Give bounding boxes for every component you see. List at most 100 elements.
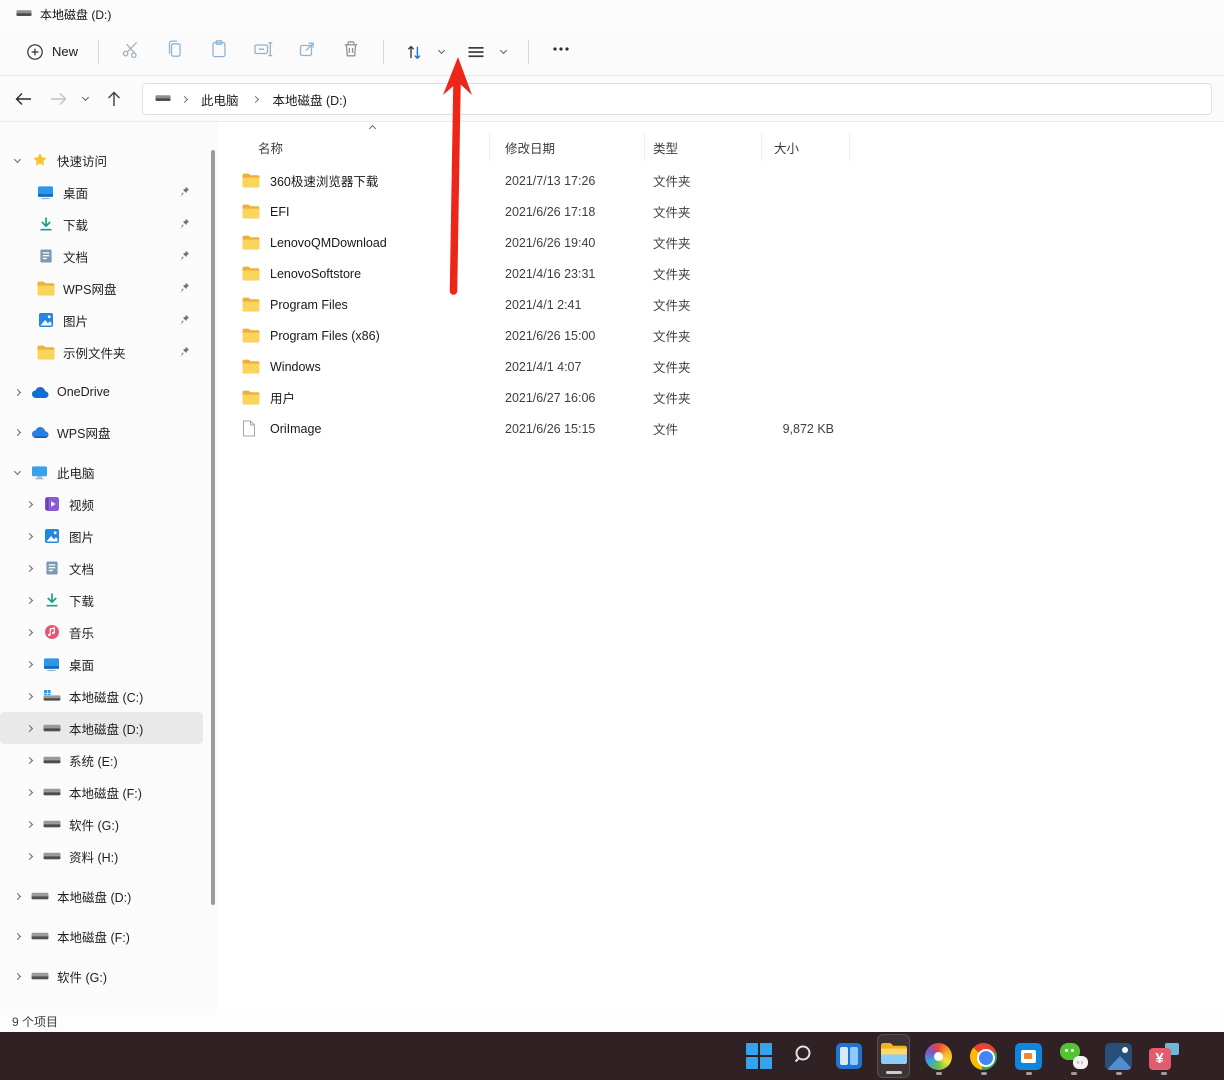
sidebar-item-downloads[interactable]: 下载 bbox=[0, 584, 203, 616]
file-row[interactable]: EFI 2021/6/26 17:18 文件夹 bbox=[240, 196, 1224, 227]
sidebar-item-wps-cloud[interactable]: WPS网盘 bbox=[0, 416, 203, 448]
sidebar-item-drive-h[interactable]: 资料 (H:) bbox=[0, 840, 203, 872]
sidebar-item-drive-g-root[interactable]: 软件 (G:) bbox=[0, 960, 203, 992]
breadcrumb-this-pc[interactable]: 此电脑 bbox=[197, 88, 243, 111]
folder-icon bbox=[242, 297, 262, 313]
sidebar-item-drive-d-selected[interactable]: 本地磁盘 (D:) bbox=[0, 712, 203, 744]
taskbar-wechat-button[interactable] bbox=[1057, 1034, 1090, 1078]
docs-tile-icon bbox=[1015, 1043, 1042, 1070]
sidebar-item-quick-access[interactable]: 快速访问 bbox=[0, 144, 203, 176]
taskbar-docs-app-button[interactable] bbox=[1012, 1034, 1045, 1078]
cut-button[interactable] bbox=[109, 34, 153, 70]
folder-icon bbox=[242, 359, 262, 375]
file-row[interactable]: Windows 2021/4/1 4:07 文件夹 bbox=[240, 351, 1224, 382]
sidebar-item-sample-folder[interactable]: 示例文件夹 bbox=[0, 336, 203, 368]
file-row[interactable]: OriImage 2021/6/26 15:15 文件 9,872 KB bbox=[240, 413, 1224, 444]
breadcrumb-chevron-icon bbox=[251, 94, 261, 104]
file-list-pane: 名称 修改日期 类型 大小 360极速浏览器下载 2021/7/13 17:26… bbox=[218, 122, 1224, 1010]
file-row[interactable]: 360极速浏览器下载 2021/7/13 17:26 文件夹 bbox=[240, 165, 1224, 196]
task-view-icon bbox=[836, 1043, 862, 1069]
file-rows: 360极速浏览器下载 2021/7/13 17:26 文件夹 EFI 2021/… bbox=[218, 165, 1224, 444]
rename-button[interactable] bbox=[241, 34, 285, 70]
sidebar-item-pictures[interactable]: 图片 bbox=[0, 304, 203, 336]
file-name: EFI bbox=[270, 205, 289, 219]
sidebar-item-desktop[interactable]: 桌面 bbox=[0, 648, 203, 680]
sidebar-item-wps-folder[interactable]: WPS网盘 bbox=[0, 272, 203, 304]
taskbar-search-button[interactable] bbox=[787, 1034, 820, 1078]
sidebar-item-drive-f-root[interactable]: 本地磁盘 (F:) bbox=[0, 920, 203, 952]
file-row[interactable]: 用户 2021/6/27 16:06 文件夹 bbox=[240, 382, 1224, 413]
taskbar-finance-app-button[interactable]: ¥ bbox=[1147, 1034, 1180, 1078]
sidebar-item-downloads[interactable]: 下载 bbox=[0, 208, 203, 240]
sidebar-scrollbar[interactable] bbox=[211, 150, 215, 905]
chevron-collapsed-icon bbox=[22, 657, 36, 671]
sort-button[interactable] bbox=[394, 36, 456, 68]
ellipsis-icon bbox=[551, 39, 571, 64]
copy-button[interactable] bbox=[153, 34, 197, 70]
taskbar-icon-strip: ¥ bbox=[742, 1032, 1180, 1080]
file-row[interactable]: Program Files (x86) 2021/6/26 15:00 文件夹 bbox=[240, 320, 1224, 351]
view-button[interactable] bbox=[456, 36, 518, 68]
chrome-icon bbox=[970, 1043, 997, 1070]
chevron-collapsed-icon bbox=[22, 689, 36, 703]
rename-icon bbox=[253, 39, 273, 64]
file-type: 文件夹 bbox=[645, 357, 762, 376]
file-row[interactable]: LenovoSoftstore 2021/4/16 23:31 文件夹 bbox=[240, 258, 1224, 289]
sidebar-item-desktop[interactable]: 桌面 bbox=[0, 176, 203, 208]
column-header-type[interactable]: 类型 bbox=[645, 133, 762, 161]
column-header-size[interactable]: 大小 bbox=[762, 133, 850, 161]
command-toolbar: New bbox=[0, 28, 1224, 76]
file-row[interactable]: Program Files 2021/4/1 2:41 文件夹 bbox=[240, 289, 1224, 320]
taskbar-chrome-button[interactable] bbox=[967, 1034, 1000, 1078]
drive-icon bbox=[42, 783, 61, 801]
column-header-date[interactable]: 修改日期 bbox=[490, 133, 645, 161]
breadcrumb-local-disk-d[interactable]: 本地磁盘 (D:) bbox=[269, 88, 351, 111]
column-header-name[interactable]: 名称 bbox=[240, 133, 490, 161]
folder-icon bbox=[242, 204, 262, 220]
paste-icon bbox=[209, 39, 229, 64]
sidebar-item-pictures[interactable]: 图片 bbox=[0, 520, 203, 552]
folder-icon bbox=[242, 235, 262, 251]
sidebar-item-label: 桌面 bbox=[69, 655, 94, 674]
taskbar-task-view-button[interactable] bbox=[832, 1034, 865, 1078]
sidebar-item-documents[interactable]: 文档 bbox=[0, 552, 203, 584]
up-button[interactable] bbox=[99, 84, 129, 114]
sidebar-item-drive-c[interactable]: 本地磁盘 (C:) bbox=[0, 680, 203, 712]
file-date: 2021/4/1 2:41 bbox=[490, 298, 645, 312]
sidebar-item-this-pc[interactable]: 此电脑 bbox=[0, 456, 203, 488]
drive-icon bbox=[42, 815, 61, 833]
sidebar-item-label: OneDrive bbox=[57, 385, 110, 399]
delete-button[interactable] bbox=[329, 34, 373, 70]
chevron-collapsed-icon bbox=[22, 785, 36, 799]
back-button[interactable] bbox=[8, 84, 38, 114]
folder-icon bbox=[36, 279, 55, 297]
chevron-collapsed-icon bbox=[22, 561, 36, 575]
sidebar-item-label: 文档 bbox=[69, 559, 94, 578]
sidebar-item-music[interactable]: 音乐 bbox=[0, 616, 203, 648]
taskbar-file-explorer-button[interactable] bbox=[877, 1034, 910, 1078]
sidebar-item-drive-g[interactable]: 软件 (G:) bbox=[0, 808, 203, 840]
sidebar-item-label: WPS网盘 bbox=[57, 423, 110, 442]
sidebar-item-drive-d-root[interactable]: 本地磁盘 (D:) bbox=[0, 880, 203, 912]
pictures-icon bbox=[42, 527, 61, 545]
file-row[interactable]: LenovoQMDownload 2021/6/26 19:40 文件夹 bbox=[240, 227, 1224, 258]
forward-button[interactable] bbox=[43, 84, 73, 114]
file-name: LenovoSoftstore bbox=[270, 267, 361, 281]
sidebar-item-drive-f[interactable]: 本地磁盘 (F:) bbox=[0, 776, 203, 808]
sidebar-item-documents[interactable]: 文档 bbox=[0, 240, 203, 272]
running-indicator bbox=[1026, 1072, 1032, 1075]
sidebar-item-label: 本地磁盘 (D:) bbox=[69, 719, 143, 738]
taskbar-start-button[interactable] bbox=[742, 1034, 775, 1078]
paste-button[interactable] bbox=[197, 34, 241, 70]
share-button[interactable] bbox=[285, 34, 329, 70]
address-bar[interactable]: 此电脑 本地磁盘 (D:) bbox=[142, 83, 1212, 115]
more-button[interactable] bbox=[539, 34, 583, 70]
sidebar-item-drive-e[interactable]: 系统 (E:) bbox=[0, 744, 203, 776]
chevron-collapsed-icon bbox=[22, 849, 36, 863]
taskbar-colorful-browser-button[interactable] bbox=[922, 1034, 955, 1078]
sidebar-item-videos[interactable]: 视频 bbox=[0, 488, 203, 520]
recent-locations-button[interactable] bbox=[73, 84, 93, 114]
taskbar-photos-button[interactable] bbox=[1102, 1034, 1135, 1078]
new-button[interactable]: New bbox=[16, 37, 88, 67]
sidebar-item-onedrive[interactable]: OneDrive bbox=[0, 376, 203, 408]
